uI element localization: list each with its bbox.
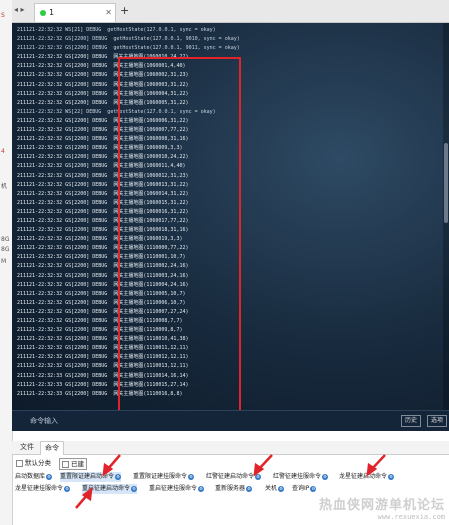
command-query-ip[interactable]: 查询IP ⚙ xyxy=(292,484,317,494)
command-input-label: 命令输入 xyxy=(30,417,58,425)
log-line: 211121-22:32:32 GS[2200] DEBUG 网关主播地图(10… xyxy=(17,72,189,79)
watermark-url: www.rexuexia.com xyxy=(377,513,445,521)
log-line: 211121-22:32:32 GS[2200] DEBUG 网关主播地图(10… xyxy=(17,136,189,143)
site-watermark: 热血侠网游单机论坛 www.rexuexia.com xyxy=(319,494,445,521)
command-row: 启动数据库 ⚙ 重置限证建启动命令 ⚙ 重置限证建挂服命令 ⚙ 红警征建启动命令 ⚙ 红… xyxy=(12,472,449,483)
log-line: 211121-22:32:32 GS[2200] DEBUG 网关主播地图(11… xyxy=(17,281,189,288)
log-line: 211121-22:32:32 GS[2200] DEBUG 网关主播地图(10… xyxy=(17,99,189,106)
command-icon: ⚙ xyxy=(115,473,122,480)
history-button[interactable]: 历史 xyxy=(400,415,421,427)
log-line: 211121-22:32:32 GS[2200] DEBUG 网关主播地图(10… xyxy=(17,145,183,152)
add-tab-button[interactable]: + xyxy=(120,3,129,19)
log-line: 211121-22:32:32 GS[2200] DEBUG 网关主播地图(10… xyxy=(17,190,189,197)
log-line: 211121-22:32:32 GS[2200] DEBUG 网关主播地图(11… xyxy=(17,363,189,370)
log-line: 211121-22:32:32 GS[2200] DEBUG getHostSt… xyxy=(17,36,240,43)
command-group-row: 默认分类 已建 xyxy=(12,457,449,470)
command-restart-start[interactable]: 重启征建启动命令 ⚙ xyxy=(82,484,138,494)
log-line: 211121-22:32:32 GS[2200] DEBUG 网关主播地图(11… xyxy=(17,263,189,270)
log-line: 211121-22:32:32 GS[2200] DEBUG 网关主播地图(11… xyxy=(17,318,183,324)
log-line: 211121-22:32:32 GS[2200] DEBUG 网关主播地图(11… xyxy=(17,336,189,343)
log-line: 211121-22:32:33 GS[2200] DEBUG 网关主播地图(11… xyxy=(17,390,183,397)
command-icon: ⚙ xyxy=(278,485,285,492)
tab-commands[interactable]: 命令 xyxy=(40,441,64,455)
log-line: 211121-22:32:32 GS[2200] DEBUG 网关主播地图(10… xyxy=(17,90,189,97)
command-input-bar[interactable]: 命令输入 历史 选项 xyxy=(12,410,449,431)
command-reset-host[interactable]: 重置限证建挂服命令 ⚙ xyxy=(133,472,195,482)
log-line: 211121-22:32:32 GS[2200] DEBUG getHostSt… xyxy=(17,45,240,52)
terminal-scrollbar[interactable] xyxy=(443,23,449,410)
log-line: 211121-22:32:32 GS[2200] DEBUG 网关主播地图(10… xyxy=(17,236,183,243)
log-line: 211121-22:32:32 WS[21] DEBUG getHostStat… xyxy=(17,27,216,33)
command-icon: ⚙ xyxy=(255,473,262,480)
left-strip-label: 8G xyxy=(1,236,10,243)
options-button[interactable]: 选项 xyxy=(426,415,447,427)
checkbox-icon xyxy=(62,460,69,468)
command-redalert-start[interactable]: 红警征建启动命令 ⚙ xyxy=(206,472,262,482)
log-line: 211121-22:32:32 GS[2200] DEBUG 网关主播地图(10… xyxy=(17,172,189,179)
command-icon: ⚙ xyxy=(188,473,195,480)
command-icon: ⚙ xyxy=(322,473,329,480)
command-icon: ⚙ xyxy=(198,485,205,492)
log-line: 211121-22:32:32 GS[2200] DEBUG 网关主播地图(11… xyxy=(17,299,186,306)
log-line: 211121-22:32:32 GS[2200] DEBUG 网关主播地图(10… xyxy=(17,217,189,224)
command-restart-host[interactable]: 重启征建挂服命令 ⚙ xyxy=(149,484,205,494)
command-dragon-start[interactable]: 龙星征建启动命令 ⚙ xyxy=(339,472,395,482)
log-line: 211121-22:32:32 GS[2200] DEBUG 网关主播地图(11… xyxy=(17,308,189,315)
left-strip-label: 4 xyxy=(1,148,5,155)
log-line: 211121-22:32:32 GS[2200] DEBUG 网关主播地图(11… xyxy=(17,345,189,352)
command-shutdown[interactable]: 关机 ⚙ xyxy=(265,484,285,494)
left-strip-label: M xyxy=(1,258,7,265)
log-line: 211121-22:32:32 GS[2200] DEBUG 网关主播地图(11… xyxy=(17,254,186,261)
command-icon: ⚙ xyxy=(246,485,253,492)
watermark-title: 热血侠网游单机论坛 xyxy=(318,498,445,513)
left-strip-label: 机 xyxy=(1,183,8,190)
log-line: 211121-22:32:32 GS[2200] DEBUG 网关主播地图(10… xyxy=(17,63,186,70)
command-start-db[interactable]: 启动数据库 ⚙ xyxy=(15,472,53,482)
command-icon: ⚙ xyxy=(131,485,138,492)
group-custom[interactable]: 已建 xyxy=(59,458,87,470)
log-line: 211121-22:32:32 WS[22] DEBUG getHostStat… xyxy=(17,108,216,115)
command-icon: ⚙ xyxy=(388,473,395,480)
log-line: 211121-22:32:32 GS[2200] DEBUG 网关主播地图(11… xyxy=(17,290,186,297)
command-icon: ⚙ xyxy=(64,485,71,492)
close-tab-icon[interactable]: ✕ xyxy=(105,4,112,22)
tab-nav-arrows[interactable]: ◂ ▸ xyxy=(14,5,25,14)
log-line: 211121-22:32:32 GS[2200] DEBUG 网关主播地图(10… xyxy=(17,154,189,161)
log-line: 211121-22:32:32 GS[2200] DEBUG 网关主播地图(10… xyxy=(17,208,189,215)
log-line: 211121-22:32:32 GS[2200] DEBUG 网关主播地图(11… xyxy=(17,272,189,279)
log-line: 211121-22:32:32 GS[2200] DEBUG 网关主播地图(10… xyxy=(17,181,189,188)
command-icon: ⚙ xyxy=(310,485,317,492)
log-line: 211121-22:32:32 GS[2200] DEBUG 网关主播地图(10… xyxy=(17,199,189,206)
group-default[interactable]: 默认分类 xyxy=(14,458,53,468)
left-strip-label: 8G xyxy=(1,246,10,253)
terminal-output[interactable]: 211121-22:32:32 WS[21] DEBUG getHostStat… xyxy=(12,23,449,410)
log-line: 211121-22:32:32 GS[2200] DEBUG 网关主播地图(11… xyxy=(17,327,183,334)
log-line: 211121-22:32:32 GS[2200] DEBUG 网关主播地图(10… xyxy=(17,54,189,61)
arrow-annotation xyxy=(75,493,89,509)
command-dragon-host[interactable]: 龙星征建挂服命令 ⚙ xyxy=(15,484,71,494)
log-line: 211121-22:32:33 GS[2200] DEBUG 网关主播地图(11… xyxy=(17,381,189,388)
log-line: 211121-22:32:32 GS[2200] DEBUG 网关主播地图(10… xyxy=(17,163,186,170)
left-strip-label: S xyxy=(1,12,5,19)
log-line: 211121-22:32:32 GS[2200] DEBUG 网关主播地图(10… xyxy=(17,81,189,88)
command-icon: ⚙ xyxy=(46,473,53,480)
tab-files[interactable]: 文件 xyxy=(16,441,38,454)
bottom-panel-tabs: 文件 命令 xyxy=(12,441,449,455)
session-tab-bar: ◂ ▸ 1 192.168.8.128 ✕ + xyxy=(12,0,449,35)
log-line: 211121-22:32:32 GS[2200] DEBUG 网关主播地图(10… xyxy=(17,117,189,124)
log-line: 211121-22:32:32 GS[2200] DEBUG 网关主播地图(10… xyxy=(17,127,189,134)
session-tab[interactable]: 1 192.168.8.128 ✕ xyxy=(34,3,116,35)
command-reset-start[interactable]: 重置限证建启动命令 ⚙ xyxy=(60,472,122,482)
log-line: 211121-22:32:32 GS[2200] DEBUG 网关主播地图(11… xyxy=(17,245,189,252)
log-line: 211121-22:32:33 GS[2200] DEBUG 网关主播地图(11… xyxy=(17,372,189,379)
checkbox-icon xyxy=(16,459,23,467)
scrollbar-thumb[interactable] xyxy=(444,143,448,223)
log-line: 211121-22:32:32 GS[2200] DEBUG 网关主播地图(11… xyxy=(17,354,189,361)
log-lines: 211121-22:32:32 WS[21] DEBUG getHostStat… xyxy=(17,26,240,399)
connected-status-icon xyxy=(40,9,46,16)
command-redalert-host[interactable]: 红警征建挂服命令 ⚙ xyxy=(273,472,329,482)
command-restart-server[interactable]: 重新服务器 ⚙ xyxy=(215,484,253,494)
log-line: 211121-22:32:32 GS[2200] DEBUG 网关主播地图(10… xyxy=(17,227,189,234)
